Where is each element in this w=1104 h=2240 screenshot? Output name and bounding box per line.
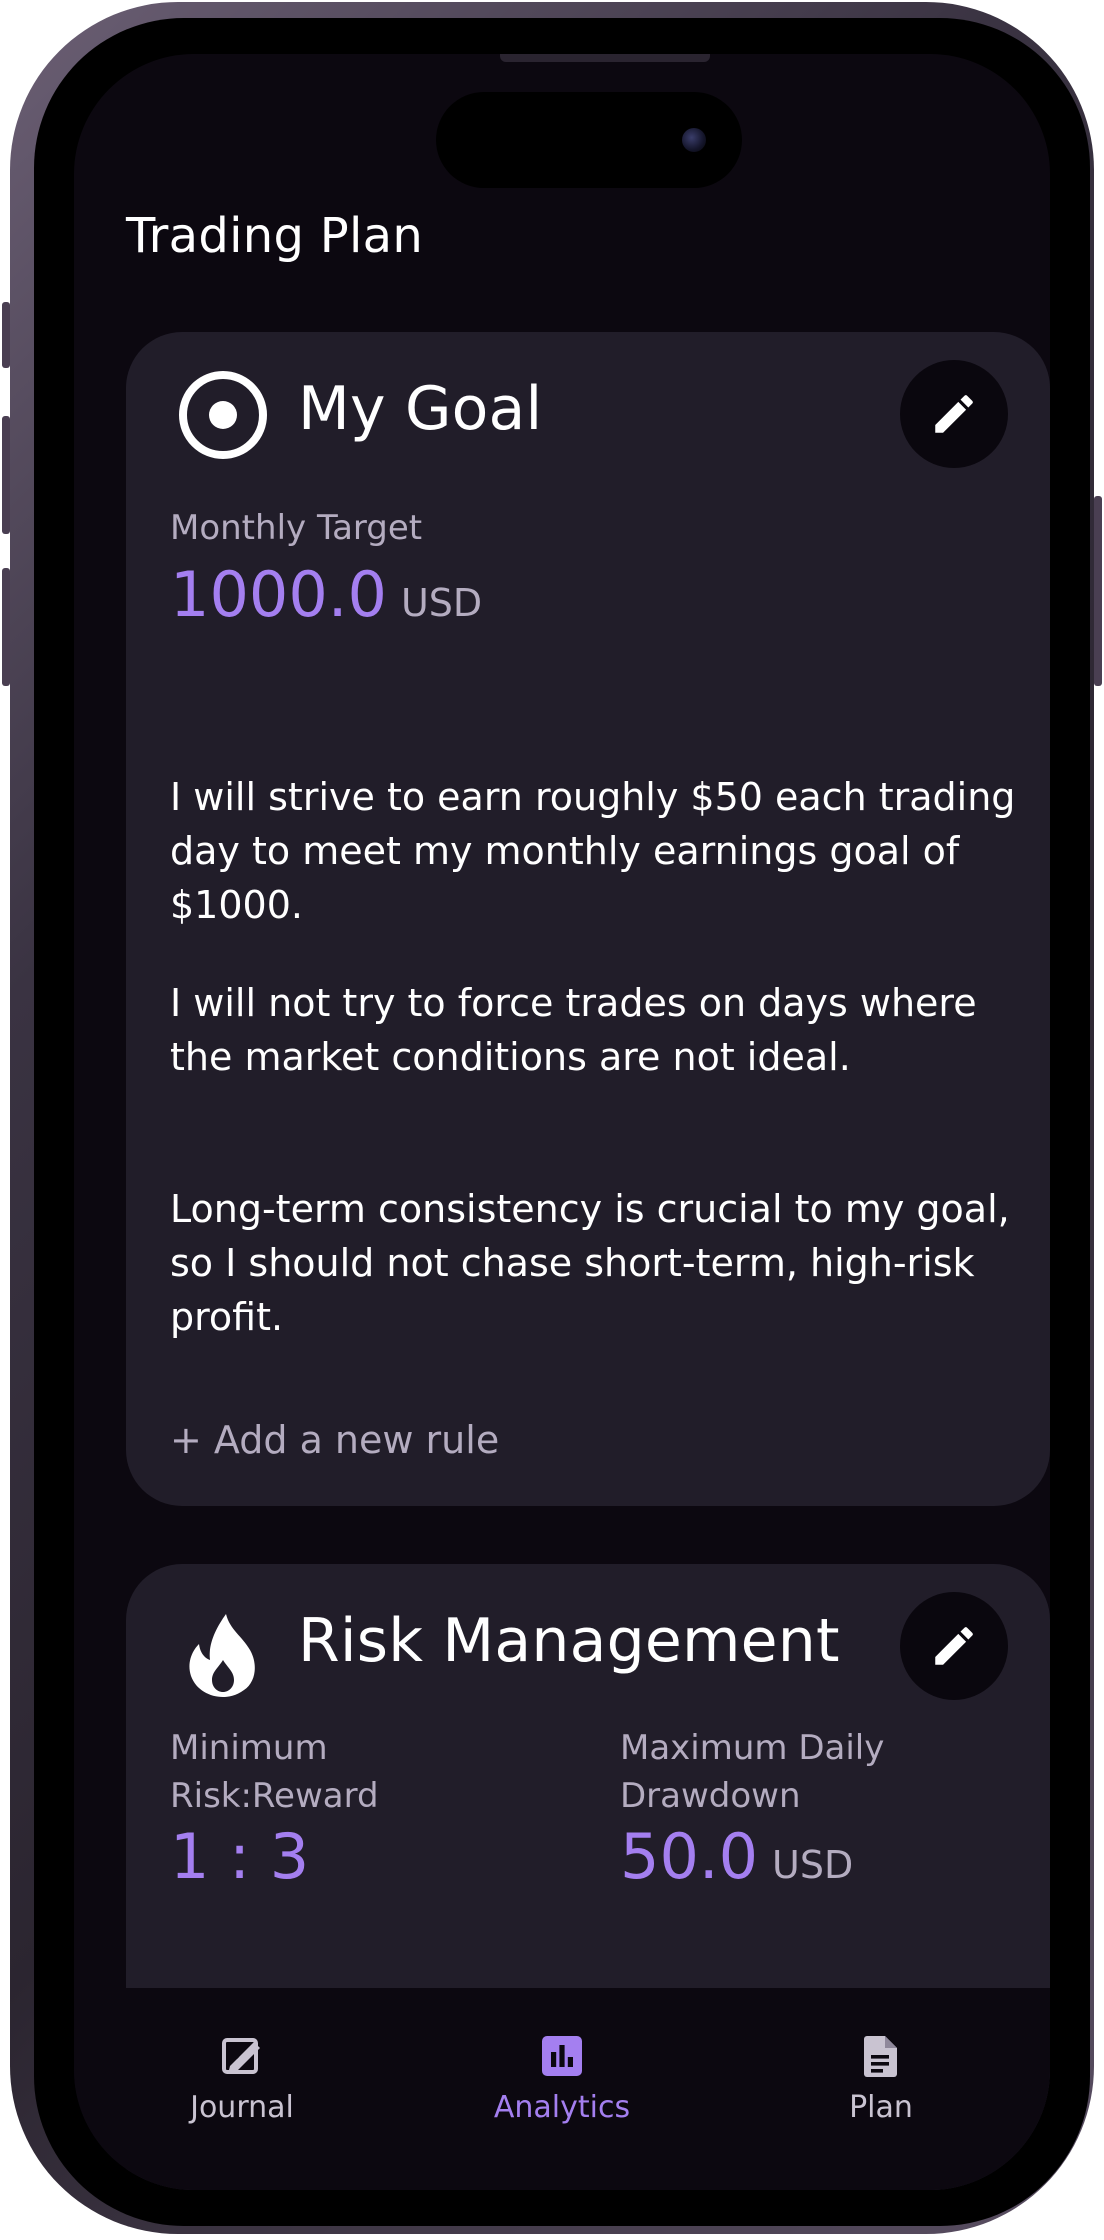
nav-label-journal: Journal [190, 2090, 294, 2125]
camera-icon [682, 128, 706, 152]
phone-frame: Trading Plan My Goal Monthly Target 1000… [2, 2, 1102, 2234]
max-daily-drawdown-label: Maximum Daily Drawdown [620, 1724, 884, 1820]
monthly-target-label: Monthly Target [170, 508, 423, 548]
screen: Trading Plan My Goal Monthly Target 1000… [74, 54, 1050, 2190]
nav-item-journal[interactable]: Journal [132, 2032, 352, 2125]
goal-rule-1[interactable]: I will strive to earn roughly $50 each t… [170, 770, 1020, 932]
max-daily-drawdown-value: 50.0 USD [620, 1820, 853, 1893]
edit-risk-button[interactable] [900, 1592, 1008, 1700]
goal-rule-2[interactable]: I will not try to force trades on days w… [170, 976, 1020, 1084]
max-daily-drawdown-unit: USD [772, 1843, 854, 1887]
side-button-volume-up [2, 416, 10, 534]
target-icon [179, 371, 267, 459]
dynamic-island [436, 92, 742, 188]
goal-card-title: My Goal [298, 374, 543, 444]
risk-card-title: Risk Management [298, 1606, 840, 1676]
nav-item-plan[interactable]: Plan [771, 2032, 991, 2125]
phone-bezel: Trading Plan My Goal Monthly Target 1000… [34, 18, 1090, 2226]
min-risk-reward-label-line1: Minimum [170, 1728, 328, 1768]
monthly-target-amount: 1000.0 [170, 558, 387, 631]
min-risk-reward-label-line2: Risk:Reward [170, 1776, 379, 1816]
min-risk-reward-label: Minimum Risk:Reward [170, 1724, 379, 1820]
edit-goal-button[interactable] [900, 360, 1008, 468]
max-daily-drawdown-amount: 50.0 [620, 1820, 759, 1893]
add-rule-button[interactable]: + Add a new rule [170, 1418, 499, 1462]
monthly-target-value: 1000.0 USD [170, 558, 482, 631]
fire-icon [189, 1614, 255, 1697]
journal-icon [222, 2038, 260, 2074]
document-icon [864, 2036, 897, 2077]
max-daily-drawdown-label-line1: Maximum Daily [620, 1728, 885, 1768]
max-daily-drawdown-label-line2: Drawdown [620, 1776, 801, 1816]
page-title: Trading Plan [126, 208, 424, 264]
monthly-target-unit: USD [400, 581, 483, 625]
goal-card: My Goal Monthly Target 1000.0 USD I will… [126, 332, 1050, 1506]
min-risk-reward-value: 1 : 3 [170, 1820, 309, 1893]
goal-rule-3[interactable]: Long-term consistency is crucial to my g… [170, 1182, 1020, 1344]
nav-label-analytics: Analytics [493, 2090, 631, 2125]
side-button-action [2, 302, 10, 368]
pencil-icon [935, 1627, 973, 1665]
nav-label-plan: Plan [849, 2090, 913, 2125]
analytics-icon [542, 2036, 582, 2076]
side-button-power [1094, 496, 1102, 686]
pencil-icon [935, 395, 973, 433]
bottom-nav: Journal Analytics Plan [74, 1988, 1050, 2190]
min-risk-reward-ratio: 1 : 3 [170, 1820, 310, 1893]
speaker-grille [500, 54, 710, 62]
side-button-volume-down [2, 568, 10, 686]
nav-item-analytics[interactable]: Analytics [452, 2032, 672, 2125]
